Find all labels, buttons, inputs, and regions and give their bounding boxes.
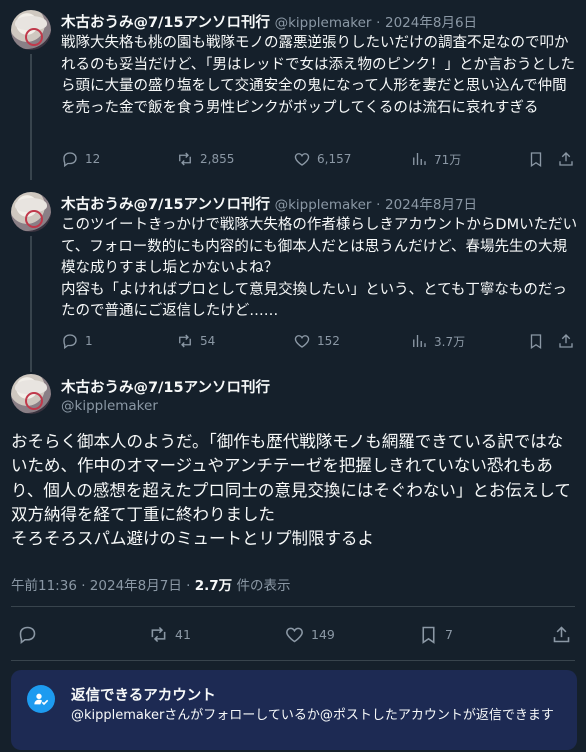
tweet-actions: 12 2,855 6,157 71万: [61, 150, 581, 170]
bookmark-icon: [422, 626, 435, 644]
share-button[interactable]: [557, 332, 581, 350]
heart-icon: [294, 335, 310, 348]
tweet-header: 木古おうみ@7/15アンソロ刊行 @kipplemaker · 2024年8月7…: [61, 193, 477, 214]
tweet-1[interactable]: 木古おうみ@7/15アンソロ刊行 @kipplemaker · 2024年8月6…: [0, 0, 586, 180]
reply-icon: [19, 626, 36, 644]
repost-icon: [151, 626, 166, 643]
tweet-2[interactable]: 木古おうみ@7/15アンソロ刊行 @kipplemaker · 2024年8月7…: [0, 180, 586, 372]
view-count: 3.7万: [434, 334, 466, 349]
post-date[interactable]: 2024年8月7日: [90, 578, 182, 594]
main-author-handle[interactable]: @kipplemaker: [61, 398, 158, 414]
reply-notice-title: 返信できるアカウント: [71, 688, 216, 704]
reply-button[interactable]: 1: [61, 332, 93, 350]
dot-separator: ·: [376, 15, 381, 31]
author-name[interactable]: 木古おうみ@7/15アンソロ刊行: [61, 197, 270, 213]
dot-separator: ·: [376, 197, 381, 213]
divider: [11, 606, 575, 607]
dot-separator: ·: [81, 578, 86, 594]
heart-icon: [294, 153, 310, 166]
reply-button[interactable]: [17, 624, 44, 645]
repost-button[interactable]: 41: [148, 624, 191, 645]
analytics-icon: [413, 335, 426, 347]
share-icon: [559, 334, 573, 348]
analytics-icon: [413, 153, 426, 165]
view-count: 71万: [434, 152, 462, 167]
avatar[interactable]: [11, 192, 51, 232]
tweet-date[interactable]: 2024年8月7日: [385, 197, 477, 213]
share-button[interactable]: [557, 150, 581, 168]
repost-count: 2,855: [200, 152, 235, 166]
share-icon: [553, 626, 570, 643]
author-name[interactable]: 木古おうみ@7/15アンソロ刊行: [61, 15, 270, 31]
bookmark-button[interactable]: [527, 150, 551, 168]
avatar[interactable]: [11, 10, 51, 50]
reply-count: 1: [85, 334, 93, 348]
reply-restriction-notice: 返信できるアカウント @kipplemakerさんがフォローしているか@ポストし…: [11, 670, 577, 750]
dot-separator: ·: [186, 578, 191, 594]
tweet-paragraph: このツイートきっかけで戦隊大失格の作者様らしきアカウントからDMいただいて、フォ…: [61, 217, 578, 276]
repost-button[interactable]: 54: [176, 332, 215, 350]
post-time[interactable]: 午前11:36: [11, 578, 77, 594]
tweet-header: 木古おうみ@7/15アンソロ刊行 @kipplemaker · 2024年8月6…: [61, 11, 477, 32]
share-icon: [559, 152, 573, 166]
views-label: 件の表示: [236, 578, 291, 594]
reply-restriction-icon: [27, 685, 55, 713]
like-count: 149: [311, 627, 335, 642]
bookmark-icon: [530, 334, 542, 350]
tweet-date[interactable]: 2024年8月6日: [385, 15, 477, 31]
like-button[interactable]: 6,157: [293, 150, 351, 168]
reply-notice-description: @kipplemakerさんがフォローしているか@ポストしたアカウントが返信でき…: [71, 708, 554, 723]
main-paragraph: おそらく御本人のようだ。「御作も歴代戦隊モノも網羅できている訳ではないため、作中…: [11, 432, 571, 524]
like-button[interactable]: 152: [293, 332, 340, 350]
bookmark-icon: [530, 152, 542, 168]
main-actions: 41 149 7: [11, 624, 575, 648]
reply-icon: [63, 152, 77, 168]
repost-count: 41: [175, 627, 191, 642]
thread-line: [30, 236, 32, 372]
heart-icon: [286, 627, 303, 643]
views-button[interactable]: 3.7万: [410, 332, 465, 350]
main-avatar[interactable]: [11, 374, 51, 414]
tweet-text: このツイートきっかけで戦隊大失格の作者様らしきアカウントからDMいただいて、フォ…: [61, 215, 579, 323]
tweet-paragraph: 内容も「よければプロとして意見交換したい」という、とても丁寧なものだったので普通…: [61, 281, 567, 320]
main-paragraph: そろそろスパム避けのミュートとリプ制限するよ: [11, 529, 374, 549]
repost-icon: [179, 152, 191, 166]
author-handle[interactable]: @kipplemaker: [275, 197, 372, 213]
like-count: 152: [317, 334, 340, 348]
bookmark-button[interactable]: 7: [418, 624, 453, 645]
author-handle[interactable]: @kipplemaker: [275, 15, 372, 31]
tweet-text: 戦隊大失格も桃の園も戦隊モノの露悪逆張りしたいだけの調査不足なので叩かれるのも妥…: [61, 35, 576, 116]
repost-icon: [179, 334, 191, 348]
views-button[interactable]: 71万: [410, 150, 461, 168]
share-button[interactable]: [551, 624, 578, 645]
repost-button[interactable]: 2,855: [176, 150, 234, 168]
main-tweet-text: おそらく御本人のようだ。「御作も歴代戦隊モノも網羅できている訳ではないため、作中…: [11, 430, 577, 551]
bookmark-count: 7: [445, 627, 453, 642]
reply-count: 12: [85, 152, 101, 166]
views-count[interactable]: 2.7万: [195, 578, 232, 594]
main-author-name[interactable]: 木古おうみ@7/15アンソロ刊行: [61, 376, 270, 397]
bookmark-button[interactable]: [527, 332, 551, 350]
reply-icon: [63, 334, 77, 350]
like-button[interactable]: 149: [284, 624, 335, 645]
main-tweet-meta: 午前11:36 · 2024年8月7日 · 2.7万 件の表示: [11, 574, 290, 594]
reply-button[interactable]: 12: [61, 150, 100, 168]
tweet-actions: 1 54 152 3.7万: [61, 332, 581, 352]
divider: [11, 660, 575, 661]
like-count: 6,157: [317, 152, 352, 166]
thread-line: [30, 54, 32, 180]
repost-count: 54: [200, 334, 216, 348]
